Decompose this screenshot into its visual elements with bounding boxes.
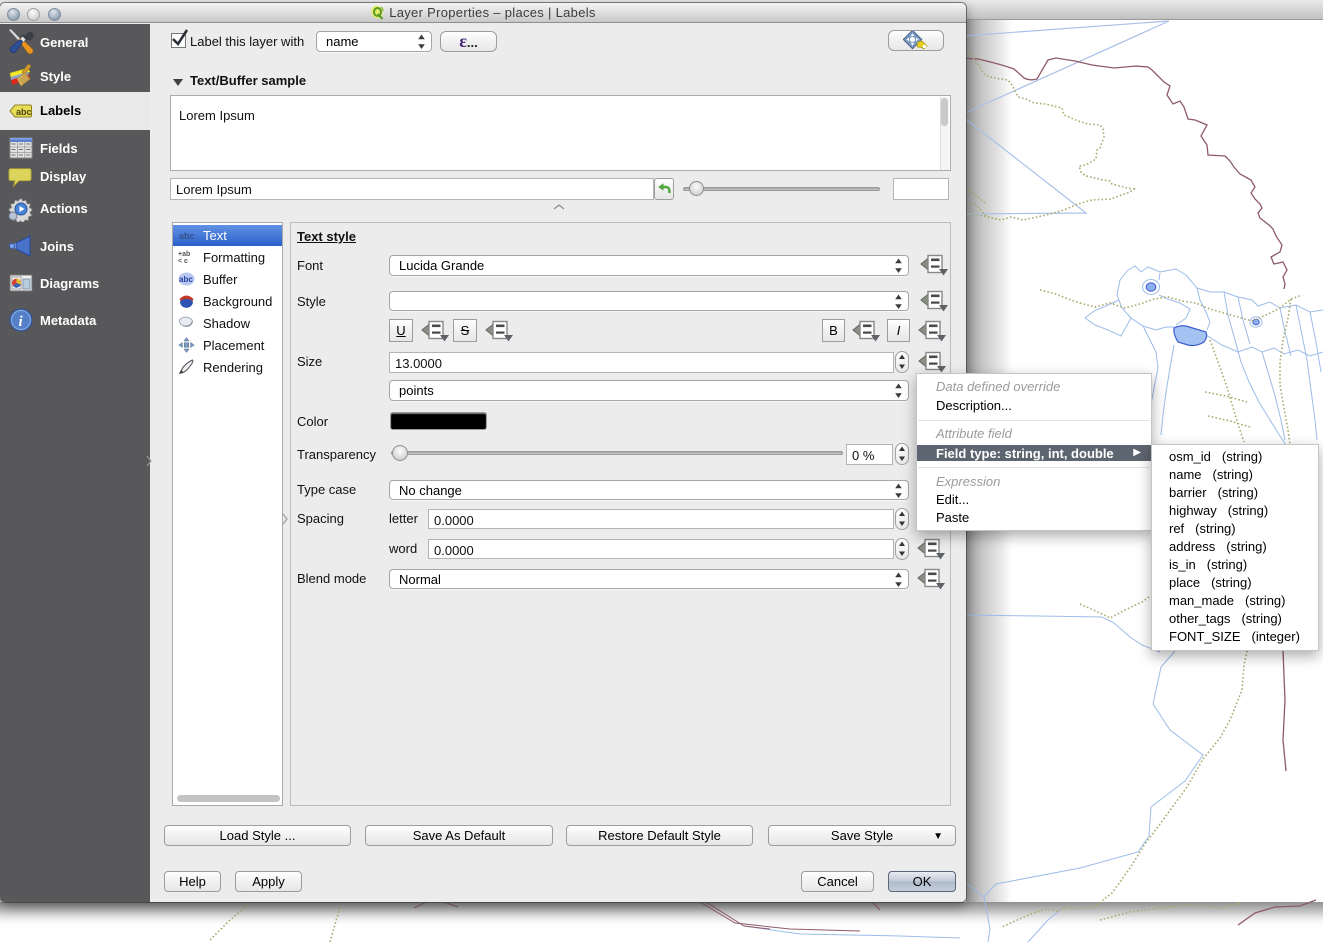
svg-text:abc: abc	[16, 107, 32, 117]
svg-text:< c: < c	[178, 258, 188, 265]
svg-text:+ab: +ab	[178, 251, 190, 258]
svg-text:abc: abc	[179, 231, 195, 241]
svg-text:abc: abc	[179, 275, 193, 284]
